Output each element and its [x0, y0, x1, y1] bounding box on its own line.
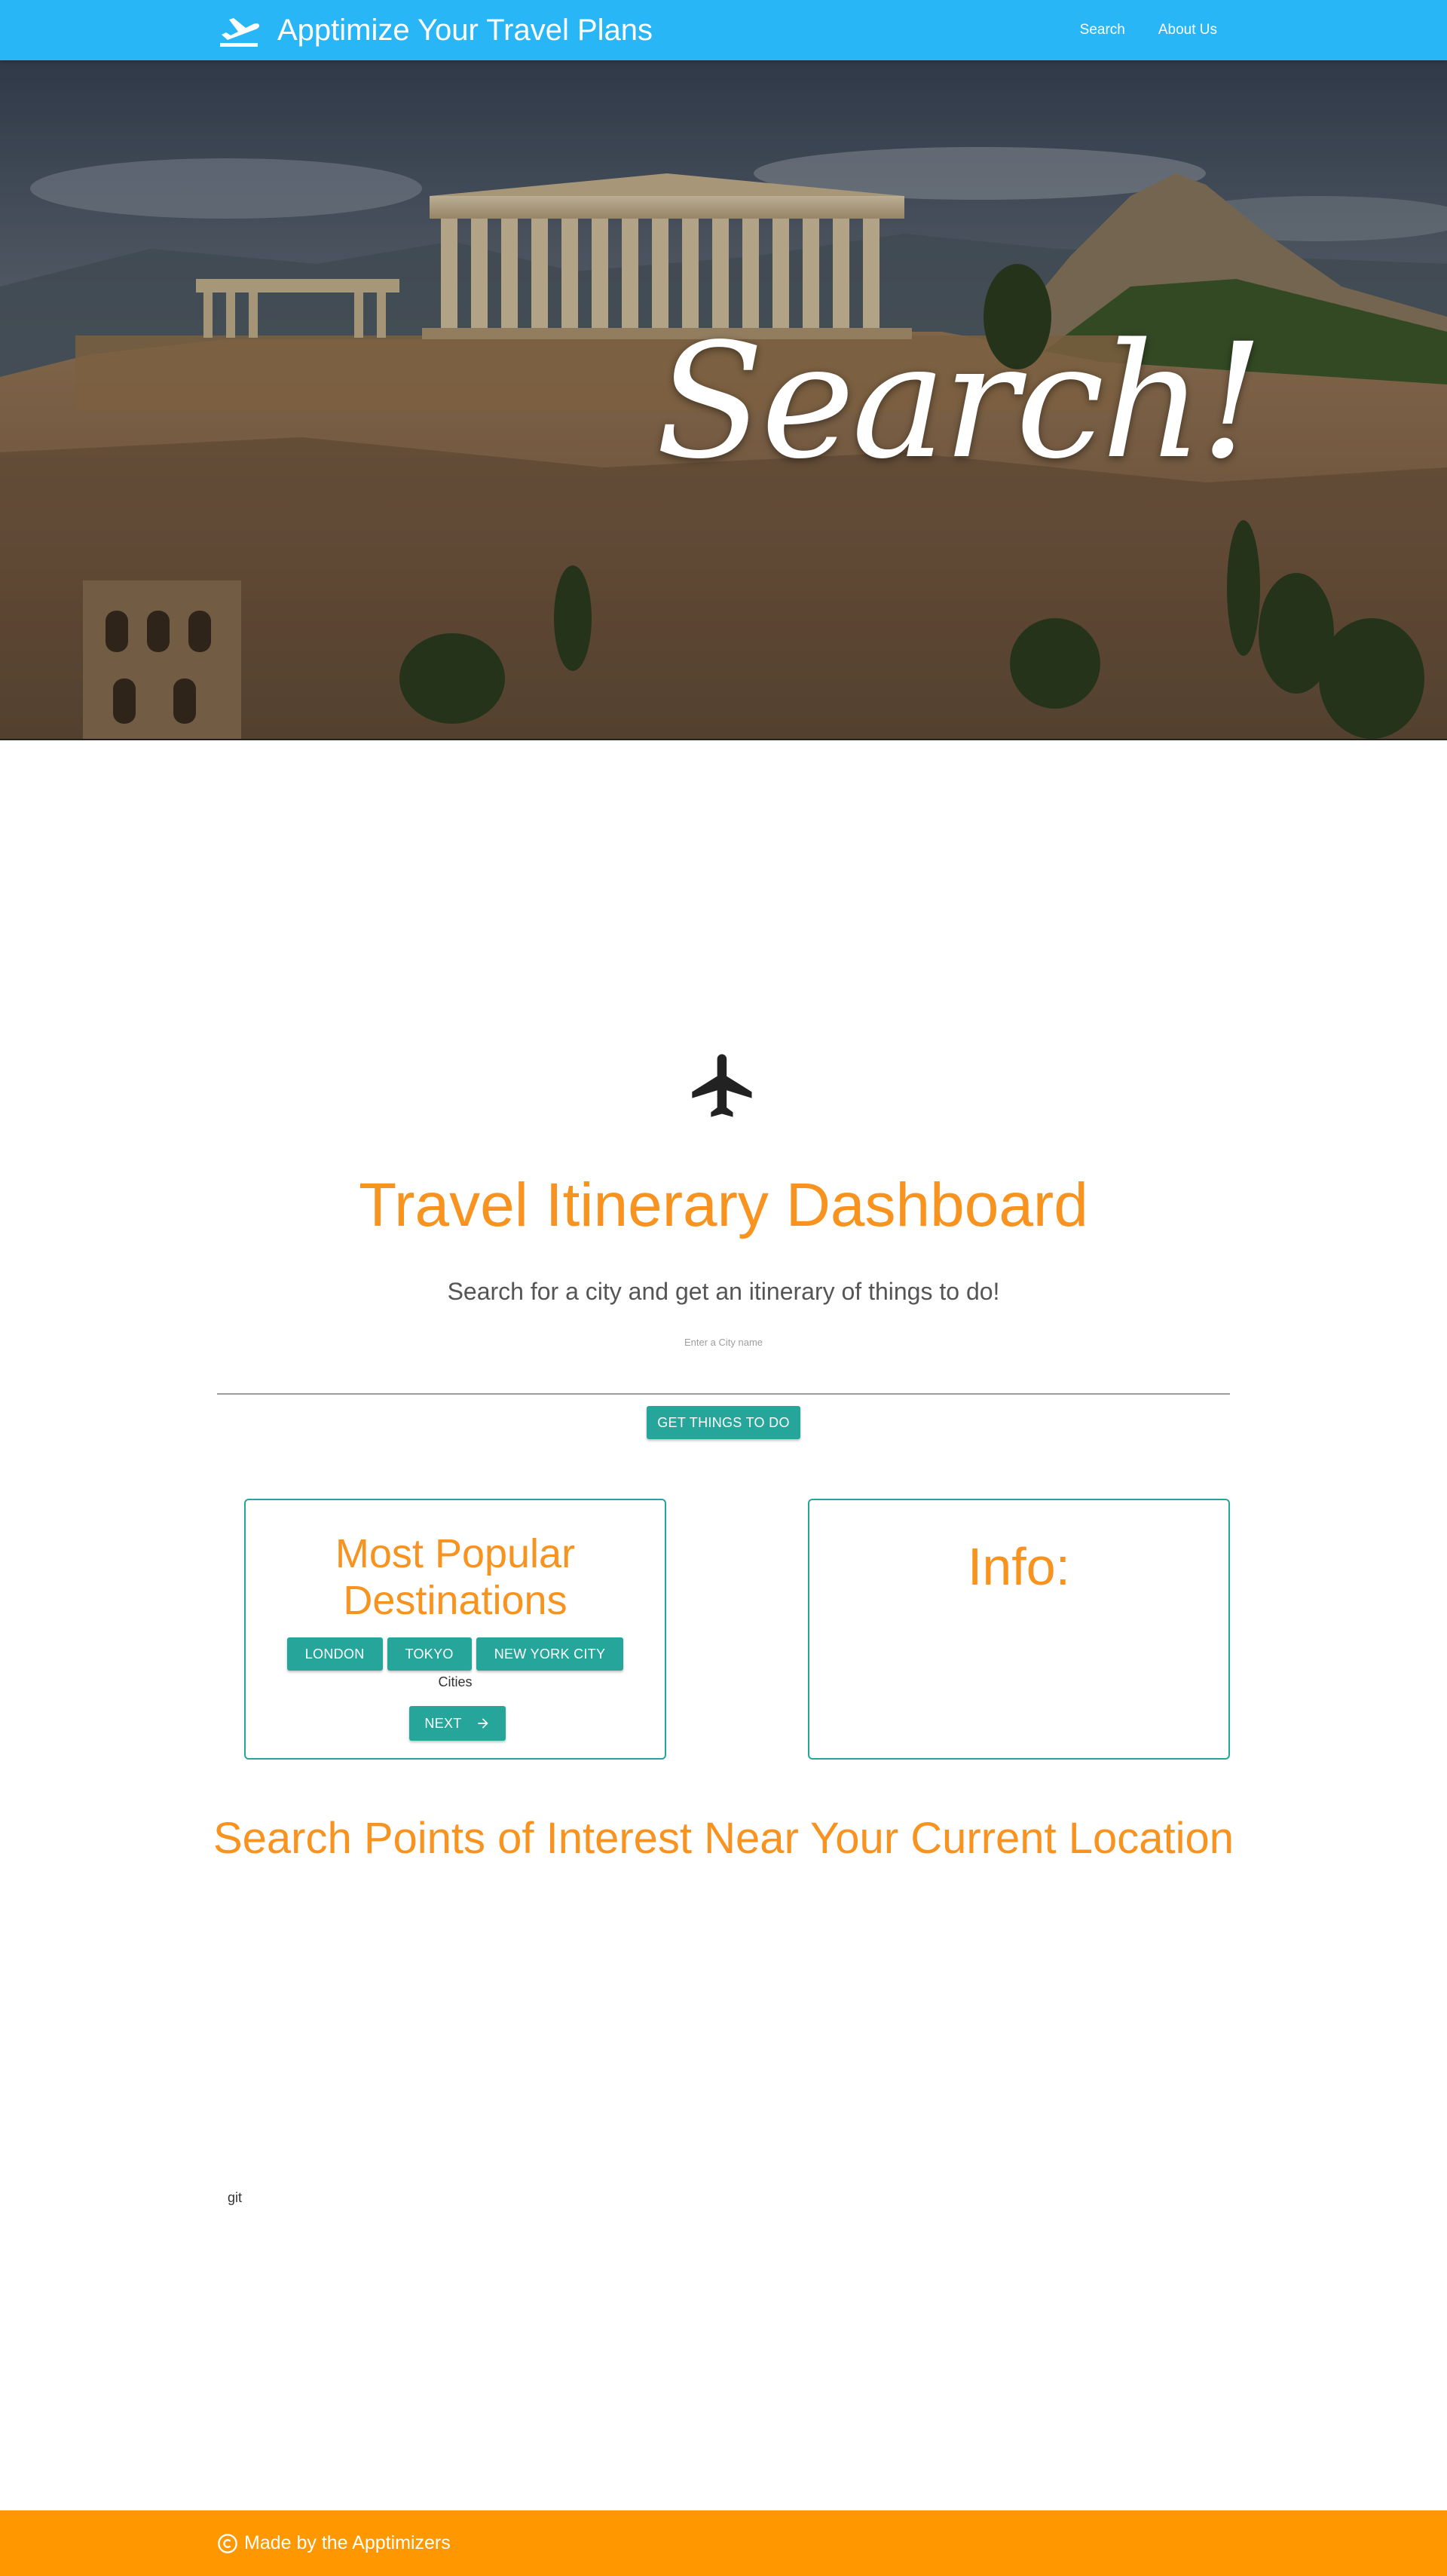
dashboard-title: Travel Itinerary Dashboard — [359, 1171, 1088, 1239]
info-title: Info: — [967, 1537, 1071, 1596]
footer-content: Made by the Apptimizers — [217, 2510, 451, 2576]
destination-buttons: LONDON TOKYO NEW YORK CITY — [246, 1637, 665, 1671]
brand-title: Apptimize Your Travel Plans — [277, 13, 653, 47]
git-text: git — [228, 2190, 243, 2205]
flight-takeoff-icon — [220, 18, 259, 47]
airplane-icon — [692, 1054, 752, 1117]
popular-destinations-title: Most Popular Destinations — [335, 1531, 576, 1623]
top-navbar: Apptimize Your Travel Plans Search About… — [0, 0, 1447, 60]
popular-destinations-card: Most Popular Destinations LONDON TOKYO N… — [244, 1499, 666, 1760]
copyright-icon — [218, 2533, 237, 2553]
cities-label: Cities — [438, 1674, 473, 1689]
footer: Made by the Apptimizers — [0, 2510, 1447, 2576]
hero-search-text: Search! — [656, 309, 1264, 494]
hero-banner: Search! — [0, 60, 1447, 740]
arrow-right-icon — [477, 1718, 488, 1729]
city-search-input[interactable] — [217, 1357, 1230, 1395]
next-button[interactable]: NEXT — [409, 1706, 506, 1741]
city-search-label: Enter a City name — [684, 1337, 763, 1348]
next-button-label: NEXT — [424, 1715, 462, 1731]
dashboard-subtitle: Search for a city and get an itinerary o… — [447, 1278, 1000, 1305]
footer-credit-text: Made by the Apptimizers — [244, 2532, 451, 2553]
get-things-to-do-button[interactable]: GET THINGS TO DO — [647, 1406, 800, 1439]
nav-link-about-us[interactable]: About Us — [1158, 22, 1217, 38]
destination-button-london[interactable]: LONDON — [286, 1637, 383, 1671]
info-card: Info: — [808, 1499, 1230, 1760]
nav-links: Search About Us — [1080, 0, 1217, 60]
points-of-interest-title: Search Points of Interest Near Your Curr… — [213, 1814, 1234, 1863]
brand-link[interactable]: Apptimize Your Travel Plans — [219, 0, 653, 60]
destination-button-tokyo[interactable]: TOKYO — [387, 1637, 472, 1671]
destination-button-new-york-city[interactable]: NEW YORK CITY — [476, 1637, 624, 1671]
nav-link-search[interactable]: Search — [1080, 22, 1125, 38]
